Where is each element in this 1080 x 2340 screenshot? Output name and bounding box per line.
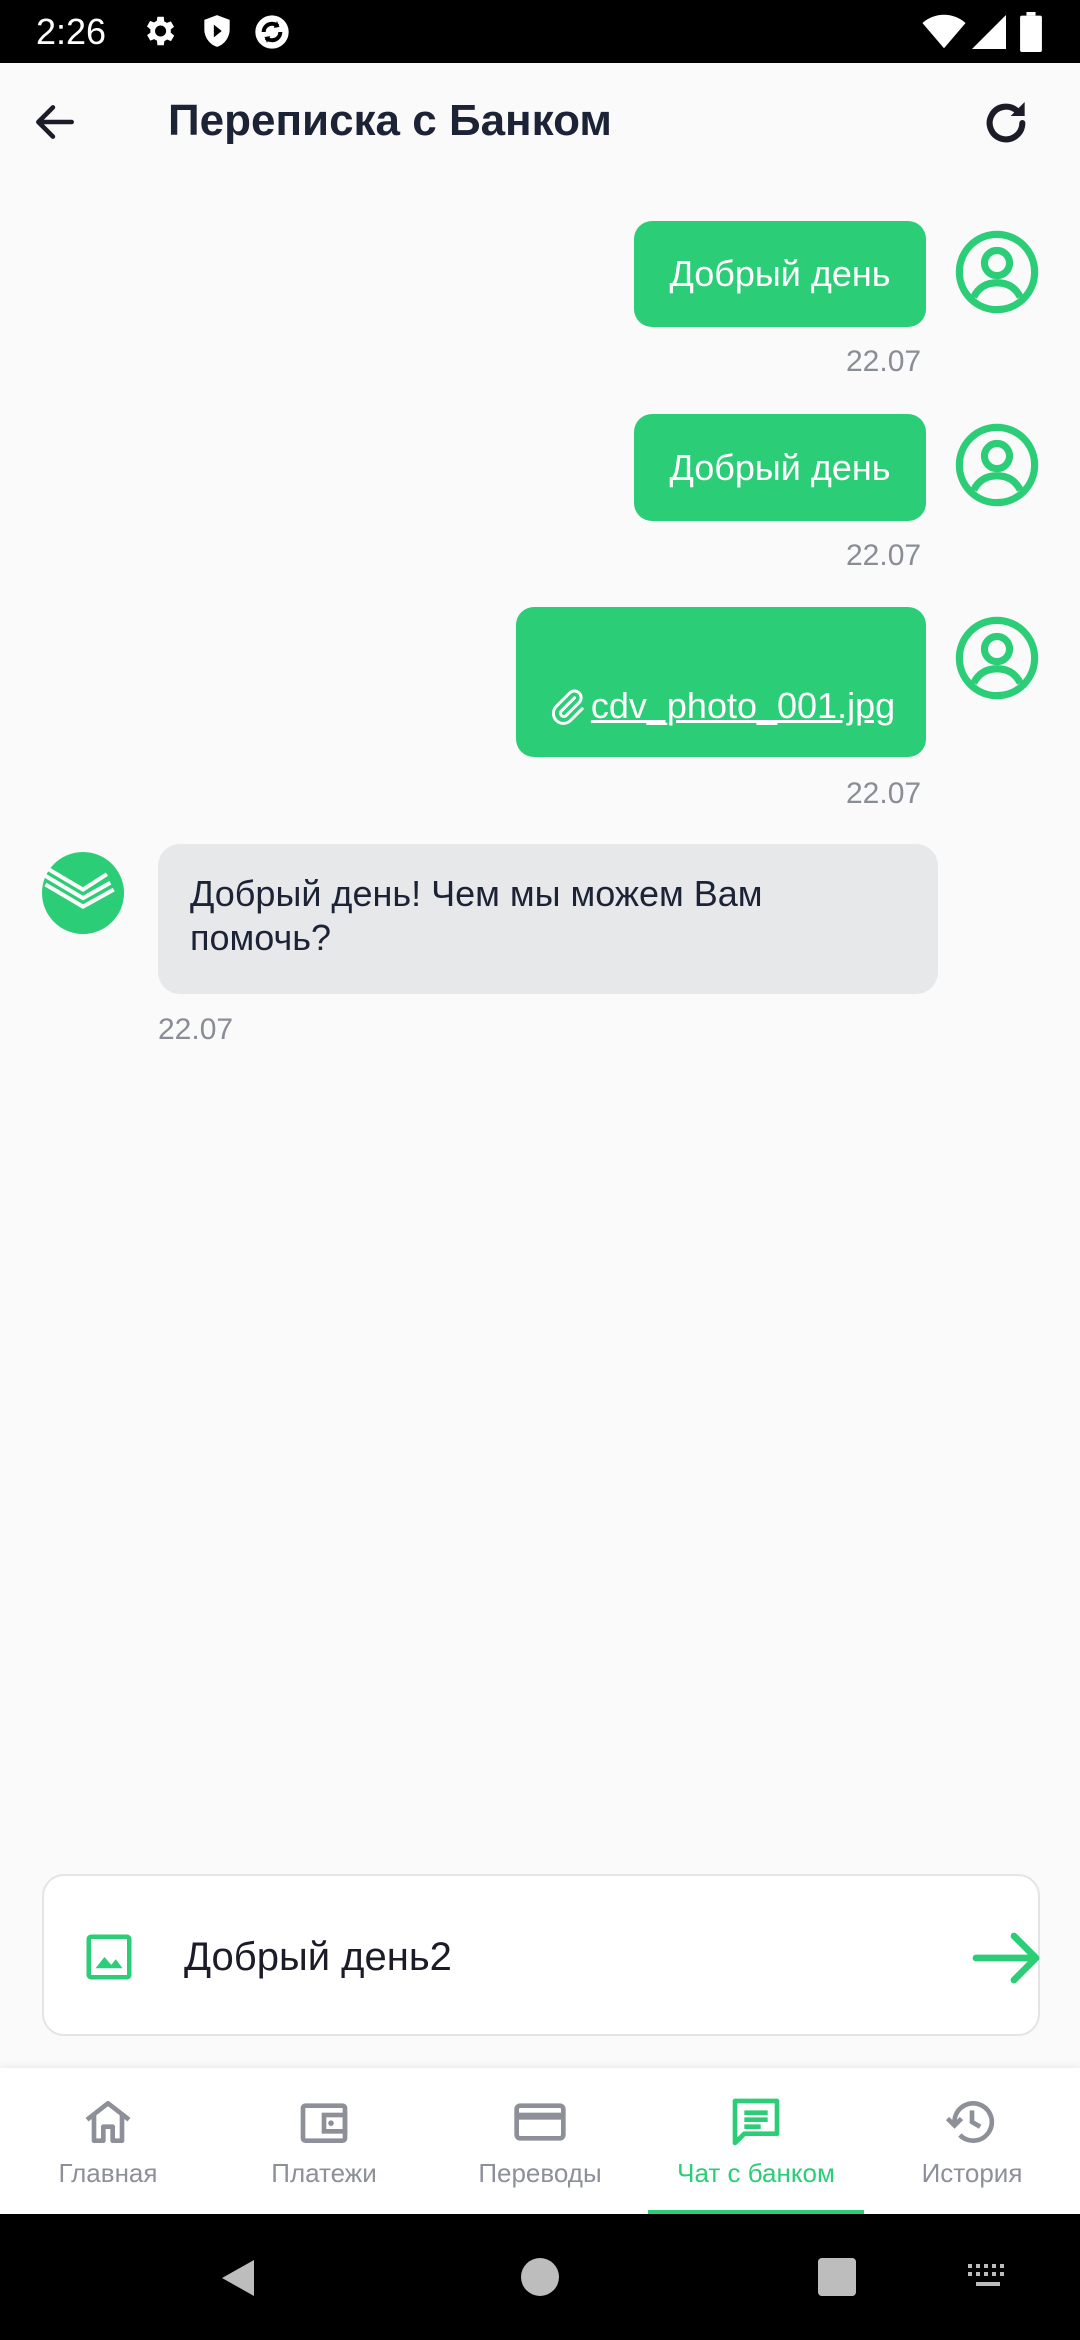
incoming-message[interactable]: Добрый день! Чем мы можем Вам помочь? xyxy=(158,844,938,994)
bank-logo-icon xyxy=(42,852,124,934)
bottom-navigation: Главная Платежи Переводы Чат с банком Ис… xyxy=(0,2068,1080,2214)
system-home-icon[interactable] xyxy=(521,2258,559,2296)
wallet-icon xyxy=(300,2103,348,2143)
refresh-icon[interactable] xyxy=(978,95,1034,151)
user-avatar-icon xyxy=(955,616,1039,700)
message-date: 22.07 xyxy=(846,777,922,810)
sync-icon xyxy=(255,15,289,49)
shield-icon xyxy=(204,15,230,47)
message-composer xyxy=(42,1874,1040,2036)
message-text: Добрый день xyxy=(669,446,891,488)
outgoing-attachment-message[interactable]: cdv_photo_001.jpg xyxy=(516,607,926,757)
home-icon xyxy=(85,2101,131,2143)
page-title: Переписка с Банком xyxy=(168,96,612,145)
message-date: 22.07 xyxy=(158,1013,234,1046)
settings-icon xyxy=(146,16,175,46)
system-back-icon[interactable] xyxy=(218,2258,258,2298)
app-bar: Переписка с Банком xyxy=(0,63,1080,179)
system-recents-icon[interactable] xyxy=(818,2258,856,2296)
wifi-icon xyxy=(922,14,966,49)
nav-label: История xyxy=(921,2158,1023,2188)
message-date: 22.07 xyxy=(846,539,922,572)
system-navigation-bar xyxy=(0,2214,1080,2340)
nav-item-home[interactable]: Главная xyxy=(0,2068,216,2214)
message-text: Добрый день! Чем мы можем Вам помочь? xyxy=(190,873,763,958)
user-avatar-icon xyxy=(955,423,1039,507)
image-icon[interactable] xyxy=(82,1930,136,1984)
nav-label: Чат с банком xyxy=(677,2158,835,2188)
status-time: 2:26 xyxy=(36,11,107,52)
keyboard-icon[interactable] xyxy=(966,2262,1010,2292)
user-avatar-icon xyxy=(955,230,1039,314)
battery-icon xyxy=(1020,12,1042,52)
message-text: Добрый день xyxy=(669,253,891,294)
nav-item-transfers[interactable]: Переводы xyxy=(432,2068,648,2214)
chat-icon xyxy=(732,2098,780,2146)
attachment-link[interactable]: cdv_photo_001.jpg xyxy=(547,685,895,727)
cellular-icon xyxy=(972,15,1006,49)
nav-item-bank-chat[interactable]: Чат с банком xyxy=(648,2068,864,2214)
nav-label: Платежи xyxy=(271,2158,377,2188)
outgoing-message[interactable]: Добрый день xyxy=(634,414,926,521)
back-arrow-icon[interactable] xyxy=(30,97,80,147)
nav-item-payments[interactable]: Платежи xyxy=(216,2068,432,2214)
nav-label: Главная xyxy=(58,2158,158,2188)
card-icon xyxy=(514,2103,566,2141)
attachment-filename: cdv_photo_001.jpg xyxy=(590,685,896,726)
nav-item-history[interactable]: История xyxy=(864,2068,1080,2214)
paperclip-icon xyxy=(551,689,584,725)
status-bar: 2:26 xyxy=(0,0,1080,63)
outgoing-message[interactable]: Добрый день xyxy=(634,221,926,327)
send-arrow-icon[interactable] xyxy=(972,1928,1044,1988)
nav-label: Переводы xyxy=(478,2158,602,2188)
message-input[interactable] xyxy=(184,1914,944,2000)
history-icon xyxy=(945,2100,995,2143)
message-date: 22.07 xyxy=(846,345,922,378)
